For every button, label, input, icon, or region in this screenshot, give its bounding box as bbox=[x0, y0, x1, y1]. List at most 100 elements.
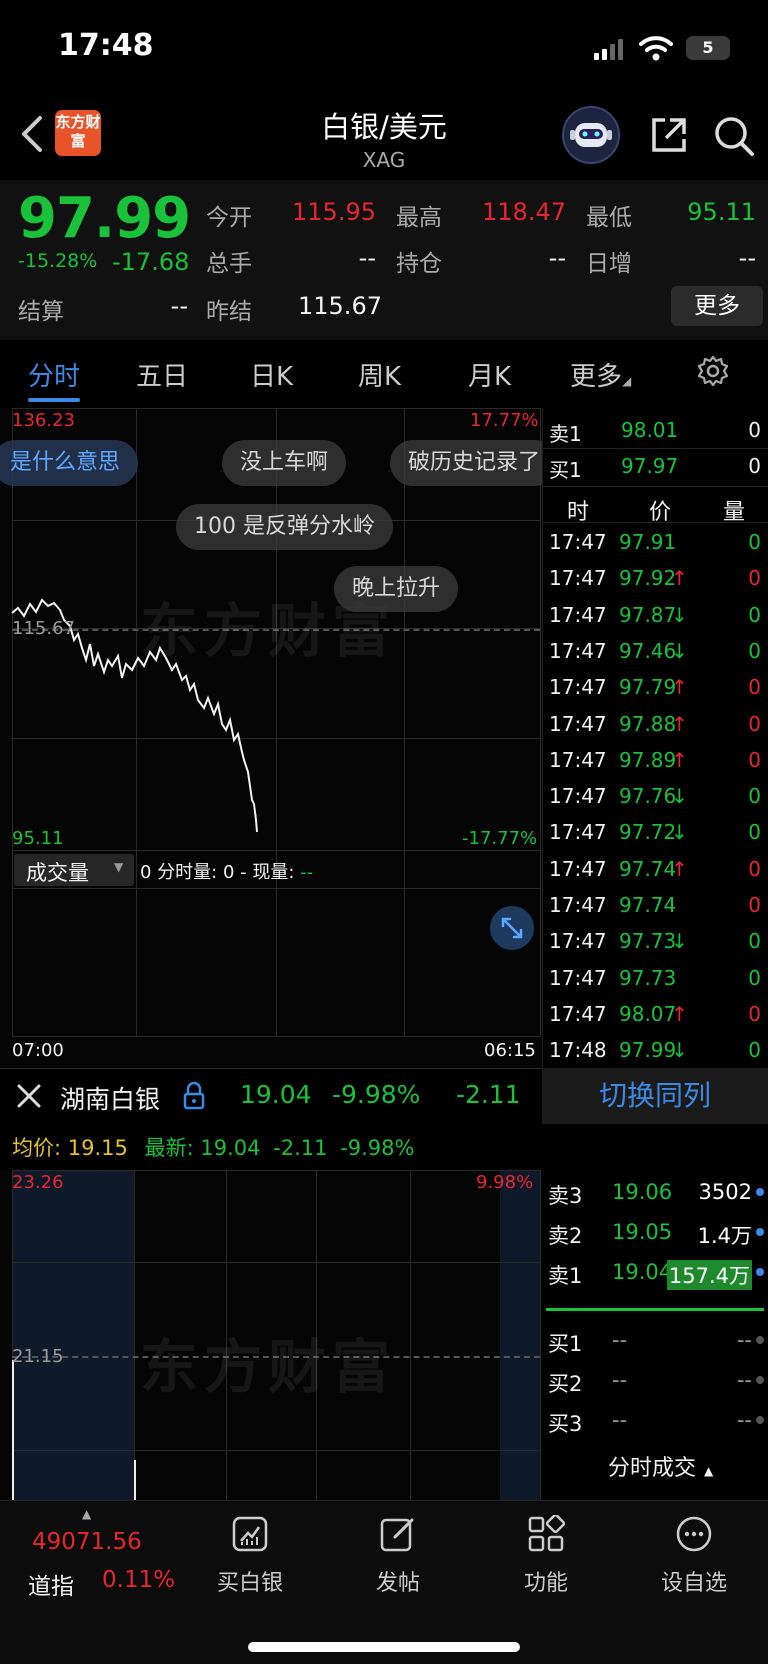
volume-indicator-select[interactable]: 成交量 ▼ bbox=[14, 854, 134, 886]
book-price: -- bbox=[612, 1368, 628, 1392]
signal-icon bbox=[594, 38, 626, 60]
edit-icon bbox=[380, 1518, 414, 1552]
y-axis-mid: 115.67 bbox=[12, 618, 75, 639]
tick-volume: 0 bbox=[748, 856, 761, 881]
tick-arrow: ↓ bbox=[671, 638, 688, 663]
switch-same-column-button[interactable]: 切换同列 bbox=[542, 1068, 768, 1124]
pct-axis-max: 17.77% bbox=[470, 410, 539, 431]
tick-time: 17:47 bbox=[549, 893, 607, 917]
battery-indicator: 5 bbox=[686, 36, 730, 60]
change-value: -17.68 bbox=[112, 248, 190, 276]
tick-volume: 0 bbox=[748, 929, 761, 954]
search-icon[interactable] bbox=[712, 114, 756, 158]
tab-five-day[interactable]: 五日 bbox=[136, 356, 188, 393]
volume-value: -- bbox=[358, 244, 376, 272]
ask1-row: 卖1 98.01 0 bbox=[543, 412, 768, 448]
comment-bubble[interactable]: 没上车啊 bbox=[222, 440, 347, 486]
tab-weekly-k[interactable]: 周K bbox=[358, 356, 401, 393]
tick-arrow: ↓ bbox=[671, 929, 688, 954]
stock-change: -2.11 bbox=[456, 1080, 521, 1109]
more-button[interactable]: 更多 bbox=[671, 286, 763, 326]
change-percent: -15.28% bbox=[18, 250, 98, 272]
settings-icon[interactable] bbox=[696, 354, 730, 388]
settle-label: 结算 bbox=[18, 299, 64, 325]
comment-bubble[interactable]: 晚上拉升 bbox=[334, 566, 459, 612]
pct-axis-min: -17.77% bbox=[462, 828, 538, 849]
intraday-chart[interactable]: 东方财富 136.23 17.77% 115.67 95.11 -17.77% … bbox=[0, 408, 559, 1068]
tick-volume: 0 bbox=[748, 1001, 761, 1026]
current-volume: -- bbox=[300, 862, 314, 883]
volume-bar bbox=[134, 1460, 136, 1500]
tick-time: 17:47 bbox=[549, 965, 607, 990]
close-icon[interactable] bbox=[16, 1083, 42, 1109]
tick-arrow: ↑ bbox=[671, 566, 688, 591]
settle-value: -- bbox=[170, 292, 188, 320]
tick-time: 17:47 bbox=[549, 1001, 607, 1026]
tick-arrow: ↓ bbox=[671, 1038, 688, 1063]
book-volume: 157.4万 bbox=[666, 1260, 752, 1290]
tick-price: 97.76 bbox=[619, 784, 677, 809]
tab-more[interactable]: 更多◢ bbox=[570, 356, 631, 393]
book-volume: -- bbox=[736, 1328, 752, 1352]
book-volume: 1.4万 bbox=[697, 1224, 752, 1248]
book-label: 卖3 bbox=[548, 1184, 583, 1208]
tick-volume: 0 bbox=[748, 566, 761, 591]
tab-intraday[interactable]: 分时 bbox=[28, 356, 80, 393]
tab-monthly-k[interactable]: 月K bbox=[468, 356, 511, 393]
dropdown-icon: ▼ bbox=[114, 860, 124, 874]
tick-row: 17:47 97.91 0 bbox=[543, 524, 768, 560]
comment-bubble[interactable]: 破历史记录了 bbox=[390, 440, 559, 486]
index-name: 道指 bbox=[28, 1574, 74, 1600]
tick-price: 97.73 bbox=[619, 965, 677, 990]
tick-volume: 0 bbox=[748, 675, 761, 700]
comment-bubble[interactable]: 100 是反弹分水岭 bbox=[176, 504, 393, 550]
book-dot bbox=[756, 1228, 764, 1236]
watermark: 东方财富 bbox=[140, 1333, 397, 1401]
prev-settle-label: 昨结 bbox=[206, 299, 252, 325]
intraday-trades-toggle[interactable]: 分时成交 ▲ bbox=[608, 1450, 713, 1482]
tick-time: 17:47 bbox=[549, 566, 607, 591]
book-label: 买3 bbox=[548, 1412, 583, 1436]
tab-daily-k[interactable]: 日K bbox=[250, 356, 293, 393]
header: 东方财富 白银/美元 XAG bbox=[0, 96, 768, 178]
chart-trend-icon bbox=[232, 1516, 268, 1552]
bid1-row: 买1 97.97 0 bbox=[543, 448, 768, 484]
tick-price: 97.79 bbox=[619, 675, 677, 700]
intraday-trades-label: 分时成交 bbox=[608, 1456, 697, 1481]
book-price: 19.04 bbox=[612, 1260, 673, 1284]
add-watchlist-button[interactable]: 设自选 bbox=[634, 1515, 754, 1597]
status-time: 17:48 bbox=[58, 28, 154, 63]
expand-icon[interactable] bbox=[490, 906, 534, 950]
functions-label: 功能 bbox=[523, 1571, 568, 1596]
ask1-label: 卖1 bbox=[549, 422, 582, 446]
caret-up-icon: ▲ bbox=[82, 1507, 92, 1521]
tick-volume: 0 bbox=[748, 602, 761, 627]
volume-info-text: 0 分时量: 0 - 现量: bbox=[140, 862, 301, 883]
stock-intraday-chart[interactable]: 东方财富 23.26 9.98% 21.15 bbox=[0, 1170, 542, 1500]
share-icon[interactable] bbox=[648, 114, 690, 156]
x-axis-start: 07:00 bbox=[12, 1040, 64, 1061]
comment-bubble[interactable]: 是什么意思 bbox=[0, 440, 139, 486]
grid-icon bbox=[528, 1513, 566, 1552]
tick-time: 17:47 bbox=[549, 784, 607, 809]
functions-button[interactable]: 功能 bbox=[486, 1513, 606, 1597]
ask1-volume: 0 bbox=[748, 418, 761, 442]
daily-increase-label: 日增 bbox=[586, 251, 632, 277]
post-button[interactable]: 发帖 bbox=[338, 1515, 458, 1597]
index-value: 49071.56 bbox=[32, 1529, 142, 1555]
book-price: 19.05 bbox=[612, 1220, 673, 1244]
book-label: 买2 bbox=[548, 1372, 583, 1396]
lock-icon bbox=[183, 1081, 205, 1110]
linked-stock-bar[interactable]: 湖南白银 19.04 -9.98% -2.11 bbox=[0, 1068, 542, 1125]
bid1-price: 97.97 bbox=[621, 454, 679, 478]
buy-silver-label: 买白银 bbox=[216, 1571, 283, 1596]
robot-assistant-icon[interactable] bbox=[562, 106, 620, 164]
tick-row: 17:47 97.73 0 bbox=[543, 960, 768, 996]
low-label: 最低 bbox=[586, 205, 632, 231]
tick-price: 97.92 bbox=[619, 566, 677, 591]
volume-indicator-label: 成交量 bbox=[26, 861, 89, 885]
tick-price: 97.74 bbox=[619, 893, 677, 917]
volume-label: 总手 bbox=[206, 251, 252, 277]
tick-arrow: ↑ bbox=[671, 711, 688, 736]
buy-silver-button[interactable]: 买白银 bbox=[190, 1515, 310, 1597]
